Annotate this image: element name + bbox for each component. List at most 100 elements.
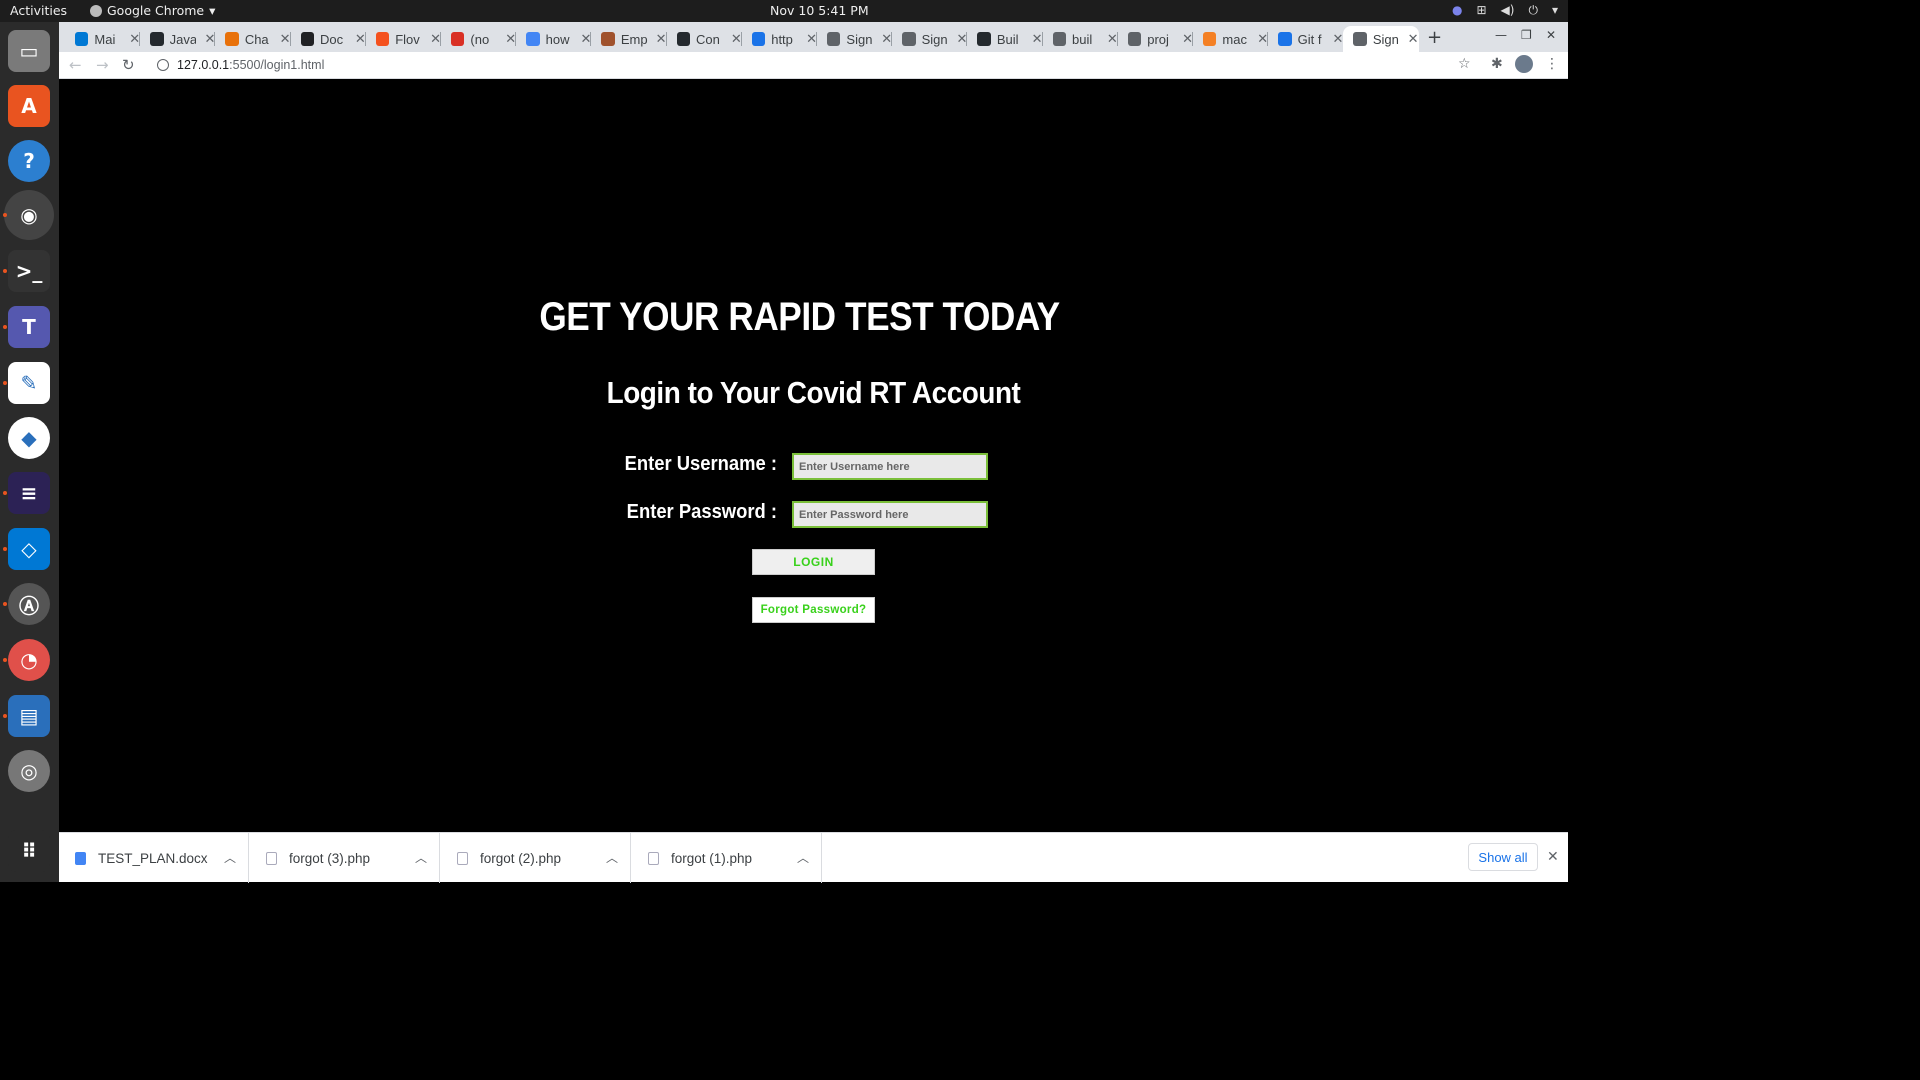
browser-tab[interactable]: Sign ✕ <box>1343 26 1419 52</box>
login-button[interactable]: LOGIN <box>752 549 875 575</box>
tab-favicon-icon <box>676 32 691 46</box>
software-icon[interactable]: A <box>8 85 50 127</box>
browser-tab[interactable]: Emp ✕ <box>591 26 667 52</box>
clock[interactable]: Nov 10 5:41 PM <box>770 3 869 18</box>
tab-favicon-icon <box>526 32 540 46</box>
forgot-password-button[interactable]: Forgot Password? <box>752 597 875 623</box>
browser-tab[interactable]: Buil ✕ <box>967 26 1043 52</box>
browser-tab[interactable]: Flov ✕ <box>366 26 441 52</box>
running-indicator <box>3 491 7 495</box>
browser-tab[interactable]: how ✕ <box>516 26 592 52</box>
minimize-icon[interactable]: — <box>1495 28 1507 42</box>
site-info-icon[interactable] <box>157 59 169 71</box>
tab-title: Buil <box>996 31 1019 47</box>
close-window-icon[interactable]: ✕ <box>1546 28 1556 42</box>
chevron-up-icon[interactable]: ︿ <box>606 849 618 866</box>
running-indicator <box>3 714 7 718</box>
help-icon[interactable]: ? <box>8 140 50 182</box>
close-shelf-icon[interactable]: ✕ <box>1547 848 1559 865</box>
extensions-icon[interactable]: ✱ <box>1491 56 1503 72</box>
browser-tab[interactable]: buil ✕ <box>1043 26 1118 52</box>
download-item[interactable]: forgot (3).php ︿ <box>250 833 440 883</box>
app-store-icon[interactable]: Ⓐ <box>8 583 50 625</box>
app-grid-icon[interactable]: ⠿ <box>8 830 50 872</box>
tab-title: Con <box>696 31 720 47</box>
browser-tab[interactable]: http ✕ <box>742 26 817 52</box>
running-indicator <box>3 269 7 273</box>
tab-title: how <box>545 31 570 47</box>
tab-favicon-icon <box>977 32 991 46</box>
activities-button[interactable]: Activities <box>10 3 67 18</box>
tab-title: Sign <box>846 31 873 47</box>
close-tab-icon[interactable]: ✕ <box>1332 31 1343 47</box>
browser-tab[interactable]: Con ✕ <box>667 26 742 52</box>
system-top-bar: Activities Google Chrome ▾ Nov 10 5:41 P… <box>0 0 1568 22</box>
browser-tab[interactable]: (no ✕ <box>441 26 517 52</box>
vscode-icon[interactable]: ◇ <box>8 528 50 570</box>
eclipse-icon[interactable]: ≡ <box>8 472 50 514</box>
username-label: Enter Username : <box>624 453 777 475</box>
volume-icon[interactable]: ◀) <box>1501 3 1515 18</box>
tab-favicon-icon <box>375 32 390 46</box>
tab-favicon-icon <box>1127 32 1142 46</box>
reload-icon[interactable]: ↻ <box>122 56 135 74</box>
url-host: 127.0.0.1 <box>177 58 230 72</box>
back-icon[interactable]: ← <box>69 56 82 74</box>
password-label: Enter Password : <box>626 501 777 523</box>
browser-tab[interactable]: Doc ✕ <box>291 26 366 52</box>
new-tab-button[interactable]: + <box>1427 27 1442 48</box>
teams-icon[interactable]: T <box>8 306 50 348</box>
show-all-downloads-button[interactable]: Show all <box>1468 843 1538 871</box>
restore-icon[interactable]: ❐ <box>1521 28 1532 42</box>
running-indicator <box>3 381 7 385</box>
teams-tray-icon[interactable]: ● <box>1452 3 1462 18</box>
close-tab-icon[interactable]: ✕ <box>1408 31 1419 47</box>
browser-tab[interactable]: Git f ✕ <box>1268 26 1343 52</box>
browser-tab[interactable]: Java ✕ <box>140 26 216 52</box>
url-path: :5500/login1.html <box>229 58 325 72</box>
browser-tab[interactable]: Cha ✕ <box>215 26 291 52</box>
address-bar[interactable]: 127.0.0.1 :5500/login1.html <box>149 54 1479 76</box>
android-studio-icon[interactable]: ◆ <box>8 417 50 459</box>
system-tray[interactable]: ● ⊞ ◀) ⏻ ▾ <box>1452 3 1558 18</box>
terminal-icon[interactable]: >_ <box>8 250 50 292</box>
tab-title: Emp <box>620 31 648 47</box>
download-item[interactable]: forgot (2).php ︿ <box>441 833 631 883</box>
docx-file-icon <box>75 851 86 865</box>
forward-icon[interactable]: → <box>96 56 109 74</box>
files-icon[interactable]: ▭ <box>8 30 50 72</box>
tab-favicon-icon <box>1278 32 1292 46</box>
writer-icon[interactable]: ▤ <box>8 695 50 737</box>
username-input[interactable] <box>792 453 988 480</box>
chrome-icon[interactable]: ◉ <box>4 190 54 240</box>
tab-title: (no <box>470 31 490 47</box>
chevron-up-icon[interactable]: ︿ <box>797 849 809 866</box>
tab-title: proj <box>1147 31 1169 47</box>
running-indicator <box>3 213 7 217</box>
tab-favicon-icon <box>601 32 615 46</box>
chevron-up-icon[interactable]: ︿ <box>415 849 427 866</box>
chevron-down-icon[interactable]: ▾ <box>1552 3 1558 18</box>
bookmark-star-icon[interactable]: ☆ <box>1458 56 1471 72</box>
password-input[interactable] <box>792 501 988 528</box>
browser-tab[interactable]: Sign ✕ <box>817 26 893 52</box>
download-item[interactable]: forgot (1).php ︿ <box>632 833 822 883</box>
page-title: GET YOUR RAPID TEST TODAY <box>539 295 1060 339</box>
tab-favicon-icon <box>150 32 164 46</box>
network-icon[interactable]: ⊞ <box>1476 3 1486 18</box>
pie-app-icon[interactable]: ◔ <box>8 639 50 681</box>
browser-tab[interactable]: mac ✕ <box>1193 26 1269 52</box>
download-filename: forgot (2).php <box>480 850 562 866</box>
browser-tab[interactable]: proj ✕ <box>1118 26 1193 52</box>
profile-avatar[interactable] <box>1515 55 1533 73</box>
text-editor-icon[interactable]: ✎ <box>8 362 50 404</box>
page-subtitle: Login to Your Covid RT Account <box>606 375 1021 410</box>
browser-tab[interactable]: Mai ✕ <box>65 26 141 52</box>
browser-tab[interactable]: Sign ✕ <box>892 26 968 52</box>
app-menu[interactable]: Google Chrome ▾ <box>90 3 215 18</box>
download-item[interactable]: TEST_PLAN.docx ︿ <box>59 833 249 883</box>
chevron-up-icon[interactable]: ︿ <box>224 849 236 866</box>
disc-icon[interactable]: ◎ <box>8 750 50 792</box>
power-icon[interactable]: ⏻ <box>1528 3 1538 18</box>
menu-kebab-icon[interactable]: ⋮ <box>1545 56 1559 72</box>
